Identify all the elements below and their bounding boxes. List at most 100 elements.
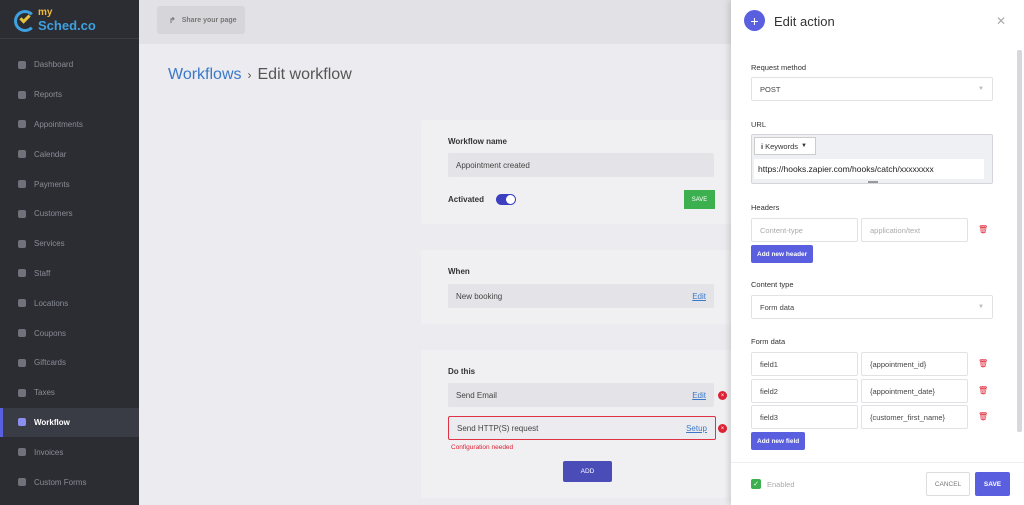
logo[interactable]: my Sched.co [14,6,134,36]
workflow-name-input[interactable]: Appointment created [448,153,714,177]
sidebar-item-label: Workflow [34,417,70,427]
sidebar-item-reports[interactable]: Reports [0,80,139,110]
keywords-dropdown[interactable]: i Keywords ▼ [754,137,816,155]
sidebar-item-label: Payments [34,179,70,189]
breadcrumb-workflows-link[interactable]: Workflows [168,66,242,83]
sidebar-item-label: Locations [34,298,69,308]
sidebar-item-coupons[interactable]: Coupons [0,318,139,348]
url-input[interactable]: https://hooks.zapier.com/hooks/catch/xxx… [754,159,984,179]
activated-toggle[interactable] [496,194,516,205]
trash-icon[interactable]: 🗑 [978,386,988,395]
setup-action-link[interactable]: Setup [686,424,707,433]
sidebar-item-payments[interactable]: Payments [0,169,139,199]
form-field-key-input[interactable]: field2 [751,379,858,403]
close-icon[interactable]: ✕ [996,14,1006,28]
share-icon: ↱ [169,15,176,25]
form-field-key-input[interactable]: field3 [751,405,858,429]
add-new-header-button[interactable]: Add new header [751,245,814,263]
header-key-input[interactable]: Content-type [751,218,858,242]
users-icon [18,209,26,218]
enabled-checkbox[interactable]: ✓ [751,479,761,489]
action-row: Send Email Edit [448,383,714,407]
share-page-button[interactable]: ↱ Share your page [157,6,245,34]
sidebar-item-services[interactable]: Services [0,229,139,259]
workflow-icon [18,418,26,427]
save-workflow-button[interactable]: SAVE [684,190,715,209]
action-row: Send HTTP(S) request Setup [448,416,716,440]
logo-text-my: my [38,7,53,18]
sidebar-item-custom-forms[interactable]: Custom Forms [0,467,139,497]
edit-trigger-link[interactable]: Edit [692,292,706,301]
save-button[interactable]: SAVE [975,472,1010,496]
sidebar-item-label: Appointments [34,119,83,129]
header-value-input[interactable]: application/text [861,218,968,242]
dashboard-icon [18,60,26,69]
trash-icon[interactable]: 🗑 [978,412,988,421]
form-field-value-input[interactable]: {appointment_date} [861,379,968,403]
workflow-settings-card: Workflow name Appointment created Activa… [421,120,731,224]
form-field-value-input[interactable]: {customer_first_name} [861,405,968,429]
panel-scrollbar[interactable] [1017,50,1022,432]
sidebar-item-workflow[interactable]: Workflow [0,407,139,438]
calendar-icon [18,150,26,159]
breadcrumb-separator: › [247,68,252,82]
when-card: When New booking Edit [421,250,731,324]
list-icon [18,239,26,248]
keywords-label: Keywords [765,141,799,151]
sidebar-item-invoices[interactable]: Invoices [0,437,139,467]
sidebar-item-label: Giftcards [34,358,67,368]
sidebar-divider [0,38,139,39]
edit-action-panel: + Edit action ✕ Request method POST ▼ URL… [731,0,1024,505]
action-label: Send HTTP(S) request [457,423,539,433]
sidebar-item-label: Staff [34,268,51,278]
user-icon [18,269,26,278]
enabled-label: Enabled [767,480,795,489]
sidebar-item-customers[interactable]: Customers [0,199,139,229]
chevron-down-icon: ▼ [978,86,984,92]
do-this-title: Do this [448,367,476,376]
sidebar-item-calendar[interactable]: Calendar [0,139,139,169]
trash-icon[interactable]: 🗑 [978,225,988,234]
caret-down-icon: ▼ [801,143,807,149]
sidebar-item-label: Taxes [34,388,55,398]
gift-icon [18,358,26,367]
sidebar-item-label: Customers [34,209,73,219]
sidebar-item-label: Custom Forms [34,477,87,487]
invoice-icon [18,448,26,457]
form-data-label: Form data [751,337,786,346]
content-type-label: Content type [751,280,794,289]
when-title: When [448,267,470,276]
remove-action-icon[interactable]: × [718,424,727,433]
page-title: Edit workflow [257,66,352,83]
share-page-label: Share your page [181,16,237,24]
form-field-value-input[interactable]: {appointment_id} [861,352,968,376]
remove-action-icon[interactable]: × [718,391,727,400]
sidebar-item-staff[interactable]: Staff [0,259,139,289]
chevron-down-icon: ▼ [978,304,984,310]
add-action-button[interactable]: ADD [563,461,612,482]
add-new-field-button[interactable]: Add new field [751,432,806,450]
trash-icon[interactable]: 🗑 [978,359,988,368]
sidebar-item-dashboard[interactable]: Dashboard [0,50,139,80]
info-icon: i [761,141,764,151]
sidebar-item-locations[interactable]: Locations [0,288,139,318]
sidebar-item-taxes[interactable]: Taxes [0,378,139,408]
form-field-key-input[interactable]: field1 [751,352,858,376]
sidebar-item-label: Coupons [34,328,67,338]
request-method-select[interactable]: POST ▼ [751,77,993,101]
resize-handle[interactable] [868,181,878,183]
logo-text-brand: Sched.co [38,18,96,33]
activated-label: Activated [448,195,485,204]
cancel-button[interactable]: CANCEL [926,472,970,496]
sidebar-item-giftcards[interactable]: Giftcards [0,348,139,378]
plus-icon: + [744,10,765,31]
configuration-error-text: Configuration needed [451,444,514,451]
edit-action-link[interactable]: Edit [692,391,706,400]
request-method-label: Request method [751,63,807,72]
sidebar-item-appointments[interactable]: Appointments [0,110,139,140]
breadcrumb: Workflows › Edit workflow [168,66,352,84]
sidebar-item-label: Dashboard [34,60,74,70]
panel-footer: ✓ Enabled CANCEL SAVE [731,462,1024,505]
wallet-icon [18,180,26,189]
content-type-select[interactable]: Form data ▼ [751,295,993,319]
